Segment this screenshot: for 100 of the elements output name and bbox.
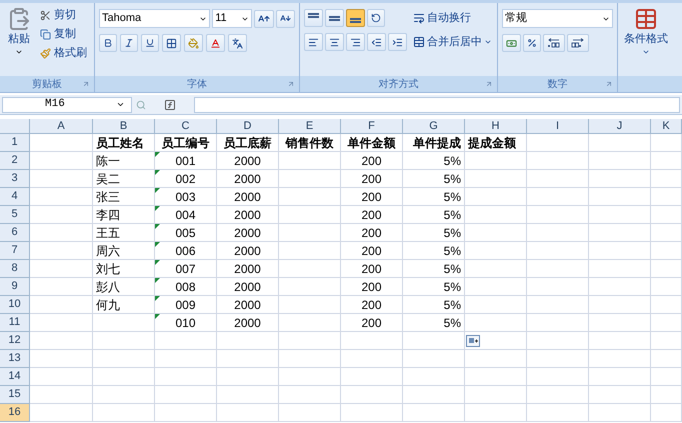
row-header[interactable]: 1 (0, 134, 30, 152)
merge-center-button[interactable]: 合并后居中 (413, 33, 492, 51)
align-center-button[interactable] (325, 33, 344, 51)
cut-button[interactable]: 剪切 (40, 7, 87, 24)
table-cell: 2000 (217, 188, 279, 206)
error-indicator-icon[interactable] (155, 188, 160, 193)
number-format-field[interactable]: 常规 (502, 9, 613, 28)
column-header[interactable]: H (465, 119, 527, 134)
table-cell (403, 350, 465, 368)
decrease-indent-button[interactable] (367, 33, 386, 51)
row-header[interactable]: 7 (0, 242, 30, 260)
row-header[interactable]: 4 (0, 188, 30, 206)
phonetic-button[interactable] (228, 34, 247, 52)
row-header[interactable]: 9 (0, 278, 30, 296)
painter-button[interactable]: 格式刷 (40, 45, 87, 62)
grow-font-button[interactable] (254, 10, 274, 28)
row-header[interactable]: 15 (0, 386, 30, 404)
column-header[interactable]: G (403, 119, 465, 134)
font-color-button[interactable] (206, 34, 225, 52)
dialog-launcher-icon[interactable] (605, 80, 613, 88)
table-cell (651, 224, 682, 242)
dialog-launcher-icon[interactable] (287, 80, 295, 88)
table-cell (465, 404, 527, 422)
increase-decimal-icon (547, 38, 561, 48)
row-header[interactable]: 3 (0, 170, 30, 188)
table-cell (527, 260, 589, 278)
error-indicator-icon[interactable] (155, 242, 160, 247)
table-cell: 刘七 (93, 260, 155, 278)
row-header[interactable]: 2 (0, 152, 30, 170)
column-header[interactable]: B (93, 119, 155, 134)
copy-icon (40, 29, 51, 40)
percent-button[interactable] (523, 34, 541, 52)
table-cell (30, 278, 93, 296)
font-size-field[interactable]: 11 (212, 9, 252, 28)
table-cell: 2000 (217, 206, 279, 224)
row-header[interactable]: 16 (0, 404, 30, 422)
wrap-text-button[interactable]: 自动换行 (413, 9, 492, 27)
underline-button[interactable] (141, 34, 159, 52)
error-indicator-icon[interactable] (155, 206, 160, 211)
bold-button[interactable] (99, 34, 117, 52)
row-header[interactable]: 14 (0, 368, 30, 386)
error-indicator-icon[interactable] (155, 260, 160, 265)
increase-decimal-button[interactable] (543, 34, 565, 52)
row-header[interactable]: 5 (0, 206, 30, 224)
conditional-format-button[interactable]: 条件格式 (618, 3, 674, 56)
column-header[interactable]: J (589, 119, 651, 134)
dialog-launcher-icon[interactable] (82, 80, 90, 88)
column-header[interactable]: C (155, 119, 217, 134)
function-icon[interactable] (164, 98, 176, 110)
increase-indent-button[interactable] (388, 33, 407, 51)
fill-color-button[interactable] (184, 34, 203, 52)
shrink-font-button[interactable] (276, 10, 295, 28)
table-cell (279, 278, 341, 296)
table-cell (279, 170, 341, 188)
font-name-field[interactable]: Tahoma (99, 9, 210, 28)
table-cell (279, 206, 341, 224)
vertical-align-button[interactable] (325, 9, 344, 27)
vertical-align-button[interactable] (304, 9, 323, 27)
column-header[interactable]: A (30, 119, 93, 134)
align-left-button[interactable] (304, 33, 323, 51)
percent-icon (527, 38, 537, 48)
table-cell: 200 (341, 260, 403, 278)
error-indicator-icon[interactable] (155, 224, 160, 229)
column-header[interactable]: I (527, 119, 589, 134)
column-header[interactable]: F (341, 119, 403, 134)
error-indicator-icon[interactable] (155, 170, 160, 175)
table-cell (651, 368, 682, 386)
column-header[interactable]: E (279, 119, 341, 134)
underline-icon (145, 38, 155, 48)
name-box[interactable]: M16 (2, 96, 132, 112)
paste-button[interactable]: 粘贴 (4, 7, 34, 76)
column-header[interactable]: D (217, 119, 279, 134)
copy-button[interactable]: 复制 (40, 26, 87, 43)
align-right-button[interactable] (346, 33, 365, 51)
row-header[interactable]: 13 (0, 350, 30, 368)
italic-button[interactable] (120, 34, 138, 52)
row-header[interactable]: 10 (0, 296, 30, 314)
row-header[interactable]: 12 (0, 332, 30, 350)
error-indicator-icon[interactable] (155, 278, 160, 283)
error-indicator-icon[interactable] (155, 152, 160, 157)
paste-options-icon[interactable] (466, 335, 480, 347)
table-cell (589, 350, 651, 368)
table-cell (279, 260, 341, 278)
table-cell: 2000 (217, 170, 279, 188)
formula-field[interactable] (194, 96, 680, 112)
border-button[interactable] (162, 34, 181, 52)
row-header[interactable]: 8 (0, 260, 30, 278)
row-header[interactable]: 6 (0, 224, 30, 242)
decrease-decimal-button[interactable] (567, 34, 589, 52)
row-header[interactable]: 11 (0, 314, 30, 332)
orientation-button[interactable] (367, 9, 385, 27)
column-header[interactable]: K (651, 119, 682, 134)
error-indicator-icon[interactable] (155, 296, 160, 301)
rotate-icon (371, 13, 381, 23)
table-cell (30, 368, 93, 386)
dialog-launcher-icon[interactable] (485, 80, 493, 88)
error-indicator-icon[interactable] (155, 314, 160, 319)
currency-button[interactable] (502, 34, 521, 52)
vertical-align-button[interactable] (346, 9, 365, 27)
table-cell (651, 170, 682, 188)
